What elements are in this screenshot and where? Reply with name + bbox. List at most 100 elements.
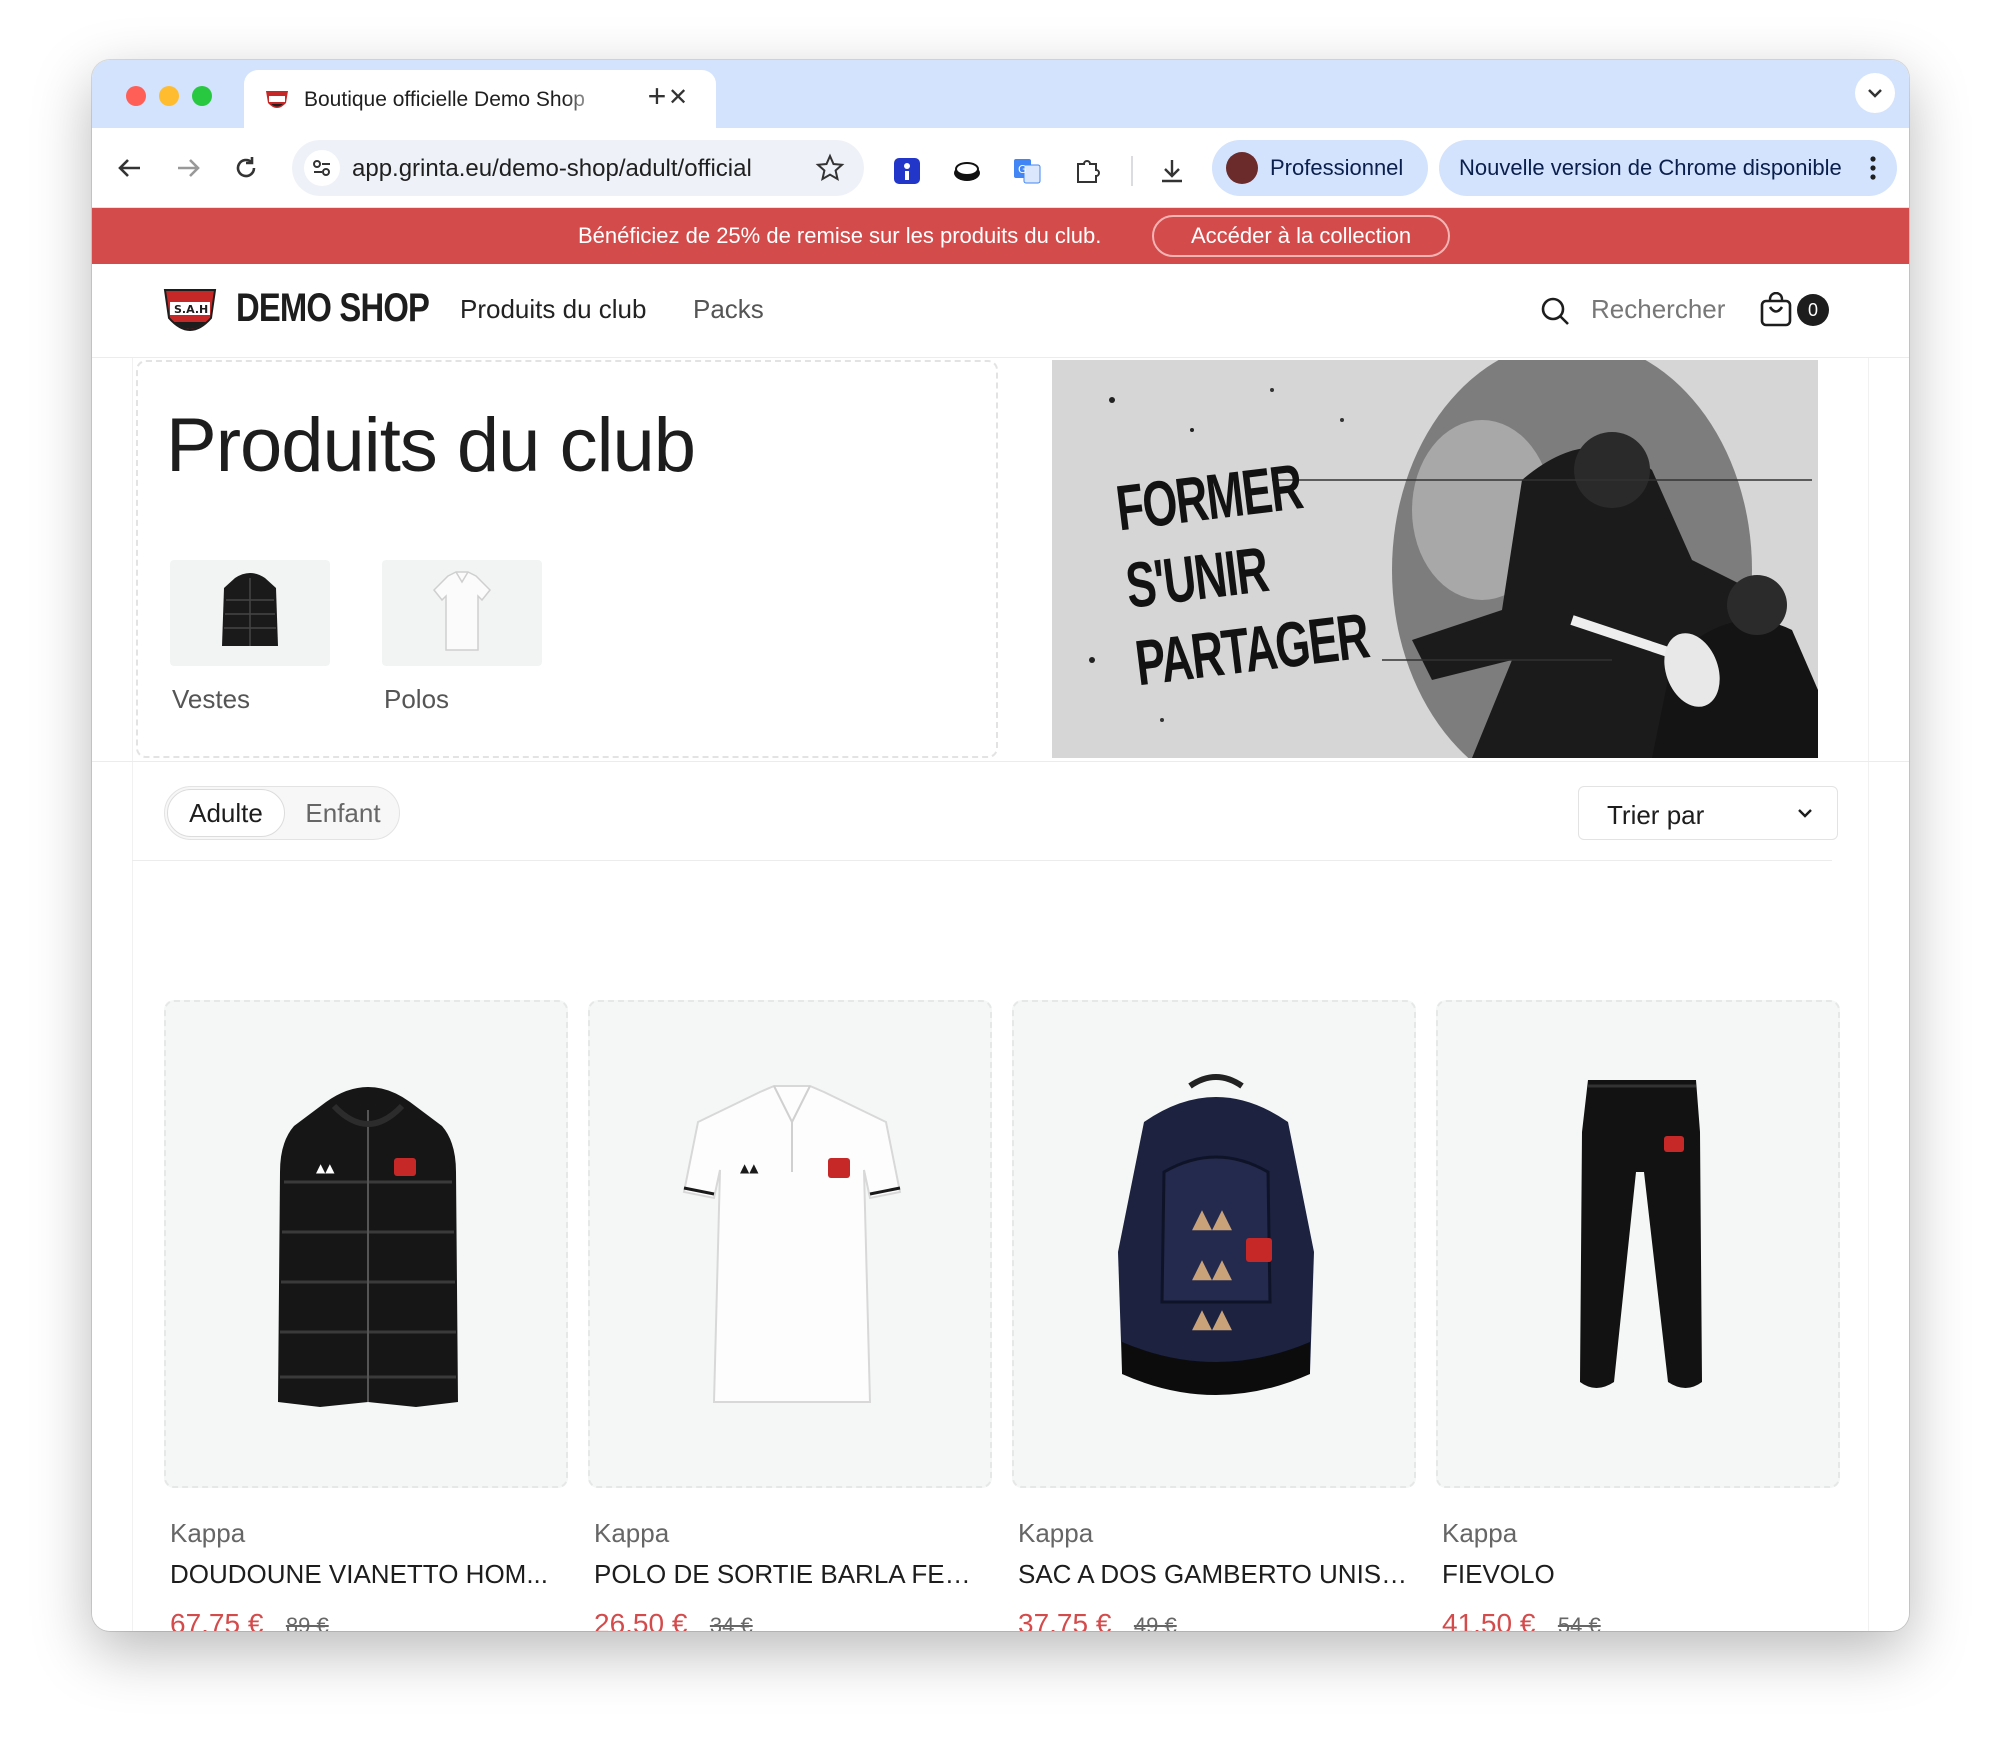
navy-backpack: ▲▲ ▲▲ ▲▲ <box>1118 1074 1314 1395</box>
layout-guide <box>1868 358 1869 1631</box>
product-image-track-pants[interactable] <box>1436 1000 1840 1488</box>
original-price: 54 € <box>1557 1613 1601 1631</box>
original-price: 49 € <box>1133 1613 1177 1631</box>
hero-banner-image[interactable]: FORMER S'UNIR PARTAGER <box>1052 360 1818 758</box>
page-title: Produits du club <box>166 403 696 488</box>
product-brand: Kappa <box>1018 1518 1094 1548</box>
divider <box>92 761 1909 762</box>
download-icon[interactable] <box>1157 156 1187 186</box>
cart-count-badge: 0 <box>1797 294 1829 326</box>
current-price: 26,50 € <box>594 1608 688 1631</box>
divider <box>132 860 1832 861</box>
address-bar[interactable]: app.grinta.eu/demo-shop/adult/official <box>292 140 864 196</box>
current-price: 67,75 € <box>170 1608 264 1631</box>
google-translate-icon[interactable]: G <box>1012 156 1042 186</box>
extension-blue-icon[interactable] <box>892 156 922 186</box>
category-panel: Produits du club Vestes Polos <box>136 360 998 758</box>
svg-text:▲▲: ▲▲ <box>1192 1304 1232 1334</box>
product-card[interactable]: ▲▲ Kappa DOUDOUNE VIANETTO HOM... 67,75 … <box>164 1000 568 1631</box>
product-brand: Kappa <box>170 1518 246 1548</box>
category-label: Vestes <box>172 684 251 714</box>
product-name[interactable]: DOUDOUNE VIANETTO HOM... <box>170 1559 562 1590</box>
close-window-button[interactable] <box>126 86 146 106</box>
original-price: 34 € <box>709 1613 753 1631</box>
polo-thumbnail <box>382 560 542 666</box>
shop-logo-text[interactable]: DEMO SHOP <box>236 286 430 331</box>
product-price: 26,50 € 34 € <box>594 1608 992 1631</box>
product-card[interactable]: ▲▲ Kappa POLO DE SORTIE BARLA FEM... 26,… <box>588 1000 992 1631</box>
reload-icon[interactable] <box>226 148 266 188</box>
forward-arrow-icon[interactable] <box>168 148 208 188</box>
extensions-puzzle-icon[interactable] <box>1072 156 1102 186</box>
tab-title: Boutique officielle Demo Shop <box>304 88 604 112</box>
black-track-pants <box>1580 1080 1702 1388</box>
tab-strip: Boutique officielle Demo Shop ✕ + <box>92 60 1909 128</box>
product-brand: Kappa <box>594 1518 670 1548</box>
new-tab-icon[interactable]: + <box>642 78 672 114</box>
current-price: 37,75 € <box>1018 1608 1112 1631</box>
original-price: 89 € <box>285 1613 329 1631</box>
svg-text:▲▲: ▲▲ <box>740 1161 759 1175</box>
product-price: 37,75 € 49 € <box>1018 1608 1416 1631</box>
promo-banner: Bénéficiez de 25% de remise sur les prod… <box>92 208 1909 264</box>
svg-text:▲▲: ▲▲ <box>1192 1204 1232 1234</box>
site-info-icon[interactable] <box>304 150 340 186</box>
nav-link-products[interactable]: Produits du club <box>460 294 646 325</box>
current-price: 41,50 € <box>1442 1608 1536 1631</box>
search-icon[interactable] <box>1539 295 1571 327</box>
tab-search-button[interactable] <box>1855 73 1895 113</box>
more-menu-icon[interactable] <box>1867 152 1879 184</box>
browser-window: Boutique officielle Demo Shop ✕ + app.gr… <box>92 60 1909 1631</box>
audience-toggle: Adulte Enfant <box>164 786 400 840</box>
club-logo-icon[interactable]: S.A.H <box>162 284 218 340</box>
category-tile-polos[interactable]: Polos <box>382 560 542 715</box>
toggle-enfant[interactable]: Enfant <box>291 789 395 837</box>
back-arrow-icon[interactable] <box>110 148 150 188</box>
chevron-down-icon <box>1868 89 1882 98</box>
product-card[interactable]: Kappa FIEVOLO 41,50 € 54 € <box>1436 1000 1840 1631</box>
white-polo-shirt: ▲▲ <box>682 1085 902 1403</box>
update-label: Nouvelle version de Chrome disponible <box>1459 155 1842 180</box>
browser-toolbar: app.grinta.eu/demo-shop/adult/official G… <box>92 128 1909 208</box>
promo-text: Bénéficiez de 25% de remise sur les prod… <box>578 223 1102 248</box>
web-page: Bénéficiez de 25% de remise sur les prod… <box>92 208 1909 1631</box>
product-brand: Kappa <box>1442 1518 1518 1548</box>
category-label: Polos <box>384 684 450 714</box>
maximize-window-button[interactable] <box>192 86 212 106</box>
svg-text:G: G <box>1018 163 1027 176</box>
product-name[interactable]: POLO DE SORTIE BARLA FEM... <box>594 1559 986 1590</box>
product-name[interactable]: SAC A DOS GAMBERTO UNISEX <box>1018 1559 1410 1590</box>
search-input[interactable]: Rechercher <box>1591 294 1725 325</box>
black-puffer-jacket: ▲▲ <box>278 1087 458 1407</box>
chevron-down-icon <box>1798 809 1812 818</box>
product-image-backpack[interactable]: ▲▲ ▲▲ ▲▲ <box>1012 1000 1416 1488</box>
banner-slogan: FORMER S'UNIR PARTAGER <box>1112 429 1472 702</box>
svg-text:▲▲: ▲▲ <box>1192 1254 1232 1284</box>
site-header: S.A.H DEMO SHOP Produits du club Packs R… <box>92 264 1909 358</box>
sort-label: Trier par <box>1607 800 1705 830</box>
category-tile-vestes[interactable]: Vestes <box>170 560 330 715</box>
profile-button[interactable]: Professionnel <box>1212 140 1428 196</box>
profile-label: Professionnel <box>1270 155 1404 180</box>
product-name[interactable]: FIEVOLO <box>1442 1559 1834 1590</box>
product-price: 67,75 € 89 € <box>170 1608 568 1631</box>
svg-text:S.A.H: S.A.H <box>174 303 208 316</box>
product-card[interactable]: ▲▲ ▲▲ ▲▲ Kappa SAC A DOS GAMBERTO UNISEX… <box>1012 1000 1416 1631</box>
bookmark-star-icon[interactable] <box>814 152 846 184</box>
svg-text:▲▲: ▲▲ <box>316 1161 335 1175</box>
minimize-window-button[interactable] <box>159 86 179 106</box>
toggle-adulte[interactable]: Adulte <box>167 789 285 837</box>
extension-disc-icon[interactable] <box>952 156 982 186</box>
product-image-puffer-jacket[interactable]: ▲▲ <box>164 1000 568 1488</box>
jacket-thumbnail <box>170 560 330 666</box>
url-text: app.grinta.eu/demo-shop/adult/official <box>352 155 752 182</box>
sort-dropdown[interactable]: Trier par <box>1578 786 1838 840</box>
promo-cta-button[interactable]: Accéder à la collection <box>1152 215 1450 257</box>
shopping-bag-icon[interactable] <box>1759 292 1793 328</box>
product-image-polo[interactable]: ▲▲ <box>588 1000 992 1488</box>
club-crest-favicon-icon <box>266 91 288 108</box>
toolbar-divider <box>1131 156 1133 186</box>
chrome-update-button[interactable]: Nouvelle version de Chrome disponible <box>1439 140 1897 196</box>
nav-link-packs[interactable]: Packs <box>693 294 764 325</box>
avatar <box>1226 152 1258 184</box>
